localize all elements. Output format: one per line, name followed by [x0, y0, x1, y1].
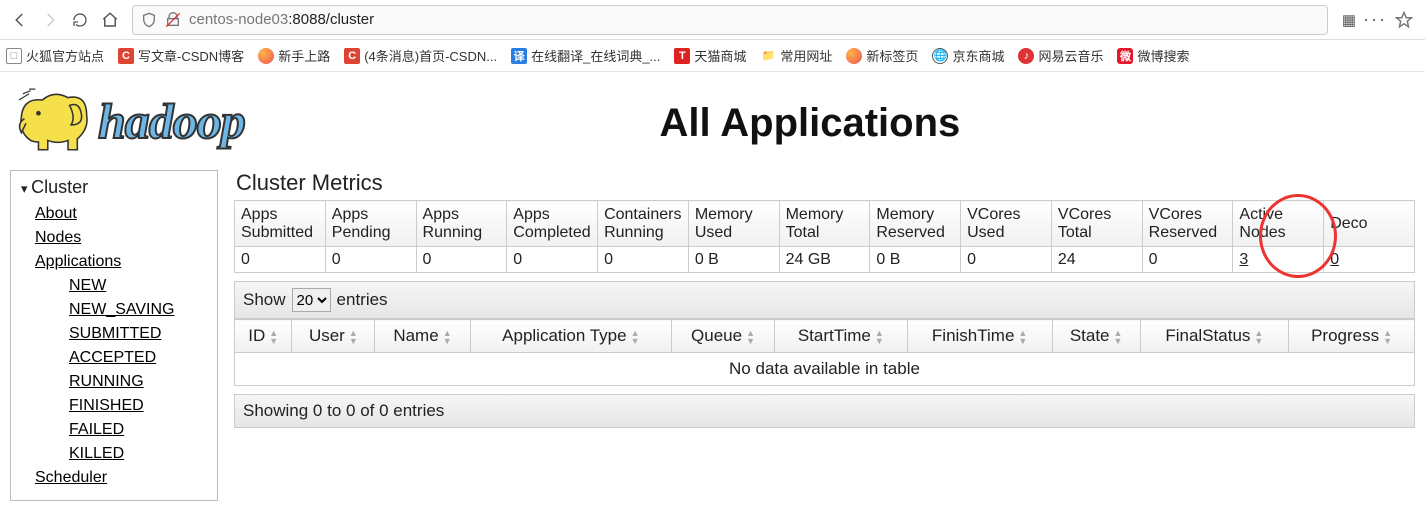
- apps-header[interactable]: Name▲▼: [375, 320, 470, 353]
- apps-header[interactable]: Application Type▲▼: [470, 320, 671, 353]
- apps-header[interactable]: FinalStatus▲▼: [1140, 320, 1289, 353]
- apps-header[interactable]: State▲▼: [1052, 320, 1140, 353]
- apps-header[interactable]: User▲▼: [292, 320, 375, 353]
- sidebar: Cluster AboutNodesApplicationsNEWNEW_SAV…: [10, 170, 218, 501]
- bookmark-item[interactable]: 📁常用网址: [760, 46, 832, 65]
- metrics-cell: 0 B: [688, 247, 779, 273]
- apps-header[interactable]: ID▲▼: [235, 320, 292, 353]
- sidebar-sublink[interactable]: RUNNING: [69, 370, 207, 394]
- url-bar[interactable]: centos-node03:8088/cluster: [132, 5, 1328, 35]
- metrics-header: VCoresUsed: [961, 201, 1052, 247]
- bookmarks-bar: □火狐官方站点 C写文章-CSDN博客新手上路 C(4条消息)首页-CSDN... 译…: [0, 40, 1425, 72]
- sidebar-link[interactable]: About: [35, 202, 207, 226]
- metrics-cell: 0: [598, 247, 689, 273]
- sidebar-section-title[interactable]: Cluster: [21, 177, 207, 202]
- cluster-metrics-table: AppsSubmittedAppsPendingAppsRunningAppsC…: [234, 200, 1415, 273]
- sidebar-link[interactable]: Applications: [35, 250, 207, 274]
- hadoop-logo: hadoop: [10, 82, 245, 164]
- insecure-lock-icon: [165, 12, 181, 28]
- metrics-cell[interactable]: 0: [1324, 247, 1415, 273]
- page-title: All Applications: [245, 101, 1415, 146]
- forward-button[interactable]: [36, 6, 64, 34]
- page-body: hadoop All Applications Cluster AboutNod…: [0, 72, 1425, 511]
- metrics-cell: 0: [507, 247, 598, 273]
- metrics-cell: 24 GB: [779, 247, 870, 273]
- metrics-header: VCoresReserved: [1142, 201, 1233, 247]
- apps-header[interactable]: FinishTime▲▼: [907, 320, 1052, 353]
- url-text: centos-node03:8088/cluster: [189, 11, 1319, 28]
- metrics-header: AppsPending: [325, 201, 416, 247]
- metrics-cell: 0 B: [870, 247, 961, 273]
- metrics-cell: 0: [1142, 247, 1233, 273]
- sidebar-sublink[interactable]: NEW: [69, 274, 207, 298]
- page-length-select[interactable]: 20: [292, 288, 331, 312]
- sidebar-sublink[interactable]: FINISHED: [69, 394, 207, 418]
- table-empty-message: No data available in table: [235, 353, 1415, 386]
- apps-header[interactable]: StartTime▲▼: [775, 320, 908, 353]
- show-prefix: Show: [243, 290, 286, 310]
- more-icon[interactable]: ···: [1363, 9, 1387, 30]
- metrics-cell[interactable]: 3: [1233, 247, 1324, 273]
- qr-icon[interactable]: ▦: [1342, 11, 1355, 29]
- sidebar-sublink[interactable]: KILLED: [69, 442, 207, 466]
- bookmark-star-icon[interactable]: [1395, 11, 1413, 29]
- reload-button[interactable]: [66, 6, 94, 34]
- main-content: Cluster Metrics AppsSubmittedAppsPending…: [234, 170, 1415, 428]
- bookmark-item[interactable]: ♪网易云音乐: [1018, 46, 1103, 65]
- bookmark-item[interactable]: T天猫商城: [674, 46, 746, 65]
- apps-header[interactable]: Queue▲▼: [672, 320, 775, 353]
- bookmark-item[interactable]: 新标签页: [846, 46, 918, 65]
- applications-table: ID▲▼User▲▼Name▲▼Application Type▲▼Queue▲…: [234, 319, 1415, 386]
- metrics-header: VCoresTotal: [1051, 201, 1142, 247]
- metrics-cell: 0: [961, 247, 1052, 273]
- sidebar-sublink[interactable]: FAILED: [69, 418, 207, 442]
- sidebar-link[interactable]: Nodes: [35, 226, 207, 250]
- home-button[interactable]: [96, 6, 124, 34]
- bookmark-item[interactable]: C写文章-CSDN博客: [118, 46, 244, 65]
- metrics-cell: 0: [235, 247, 326, 273]
- metrics-header: Deco: [1324, 201, 1415, 247]
- metrics-cell: 24: [1051, 247, 1142, 273]
- sidebar-sublink[interactable]: ACCEPTED: [69, 346, 207, 370]
- browser-toolbar: centos-node03:8088/cluster ▦ ···: [0, 0, 1425, 40]
- apps-header[interactable]: Progress▲▼: [1289, 320, 1415, 353]
- elephant-icon: [14, 86, 94, 156]
- cluster-metrics-title: Cluster Metrics: [236, 170, 1415, 196]
- bookmark-item[interactable]: 译在线翻译_在线词典_...: [511, 46, 660, 65]
- bookmark-item[interactable]: 微微博搜索: [1117, 46, 1189, 65]
- bookmark-item[interactable]: C(4条消息)首页-CSDN...: [344, 46, 497, 65]
- metrics-cell: 0: [325, 247, 416, 273]
- show-suffix: entries: [337, 290, 388, 310]
- metrics-header: AppsCompleted: [507, 201, 598, 247]
- metrics-header: MemoryUsed: [688, 201, 779, 247]
- datatable-info-bar: Showing 0 to 0 of 0 entries: [234, 394, 1415, 428]
- metrics-header: ActiveNodes: [1233, 201, 1324, 247]
- metrics-header: MemoryReserved: [870, 201, 961, 247]
- bookmark-item[interactable]: □火狐官方站点: [6, 46, 104, 65]
- metrics-header: AppsSubmitted: [235, 201, 326, 247]
- metrics-header: AppsRunning: [416, 201, 507, 247]
- metrics-header: MemoryTotal: [779, 201, 870, 247]
- sidebar-sublink[interactable]: SUBMITTED: [69, 322, 207, 346]
- metrics-header: ContainersRunning: [598, 201, 689, 247]
- back-button[interactable]: [6, 6, 34, 34]
- sidebar-link[interactable]: Scheduler: [35, 466, 207, 490]
- datatable-length-bar: Show 20 entries: [234, 281, 1415, 319]
- bookmark-item[interactable]: 🌐京东商城: [932, 46, 1004, 65]
- bookmark-item[interactable]: 新手上路: [258, 46, 330, 65]
- metrics-cell: 0: [416, 247, 507, 273]
- shield-icon: [141, 12, 157, 28]
- sidebar-sublink[interactable]: NEW_SAVING: [69, 298, 207, 322]
